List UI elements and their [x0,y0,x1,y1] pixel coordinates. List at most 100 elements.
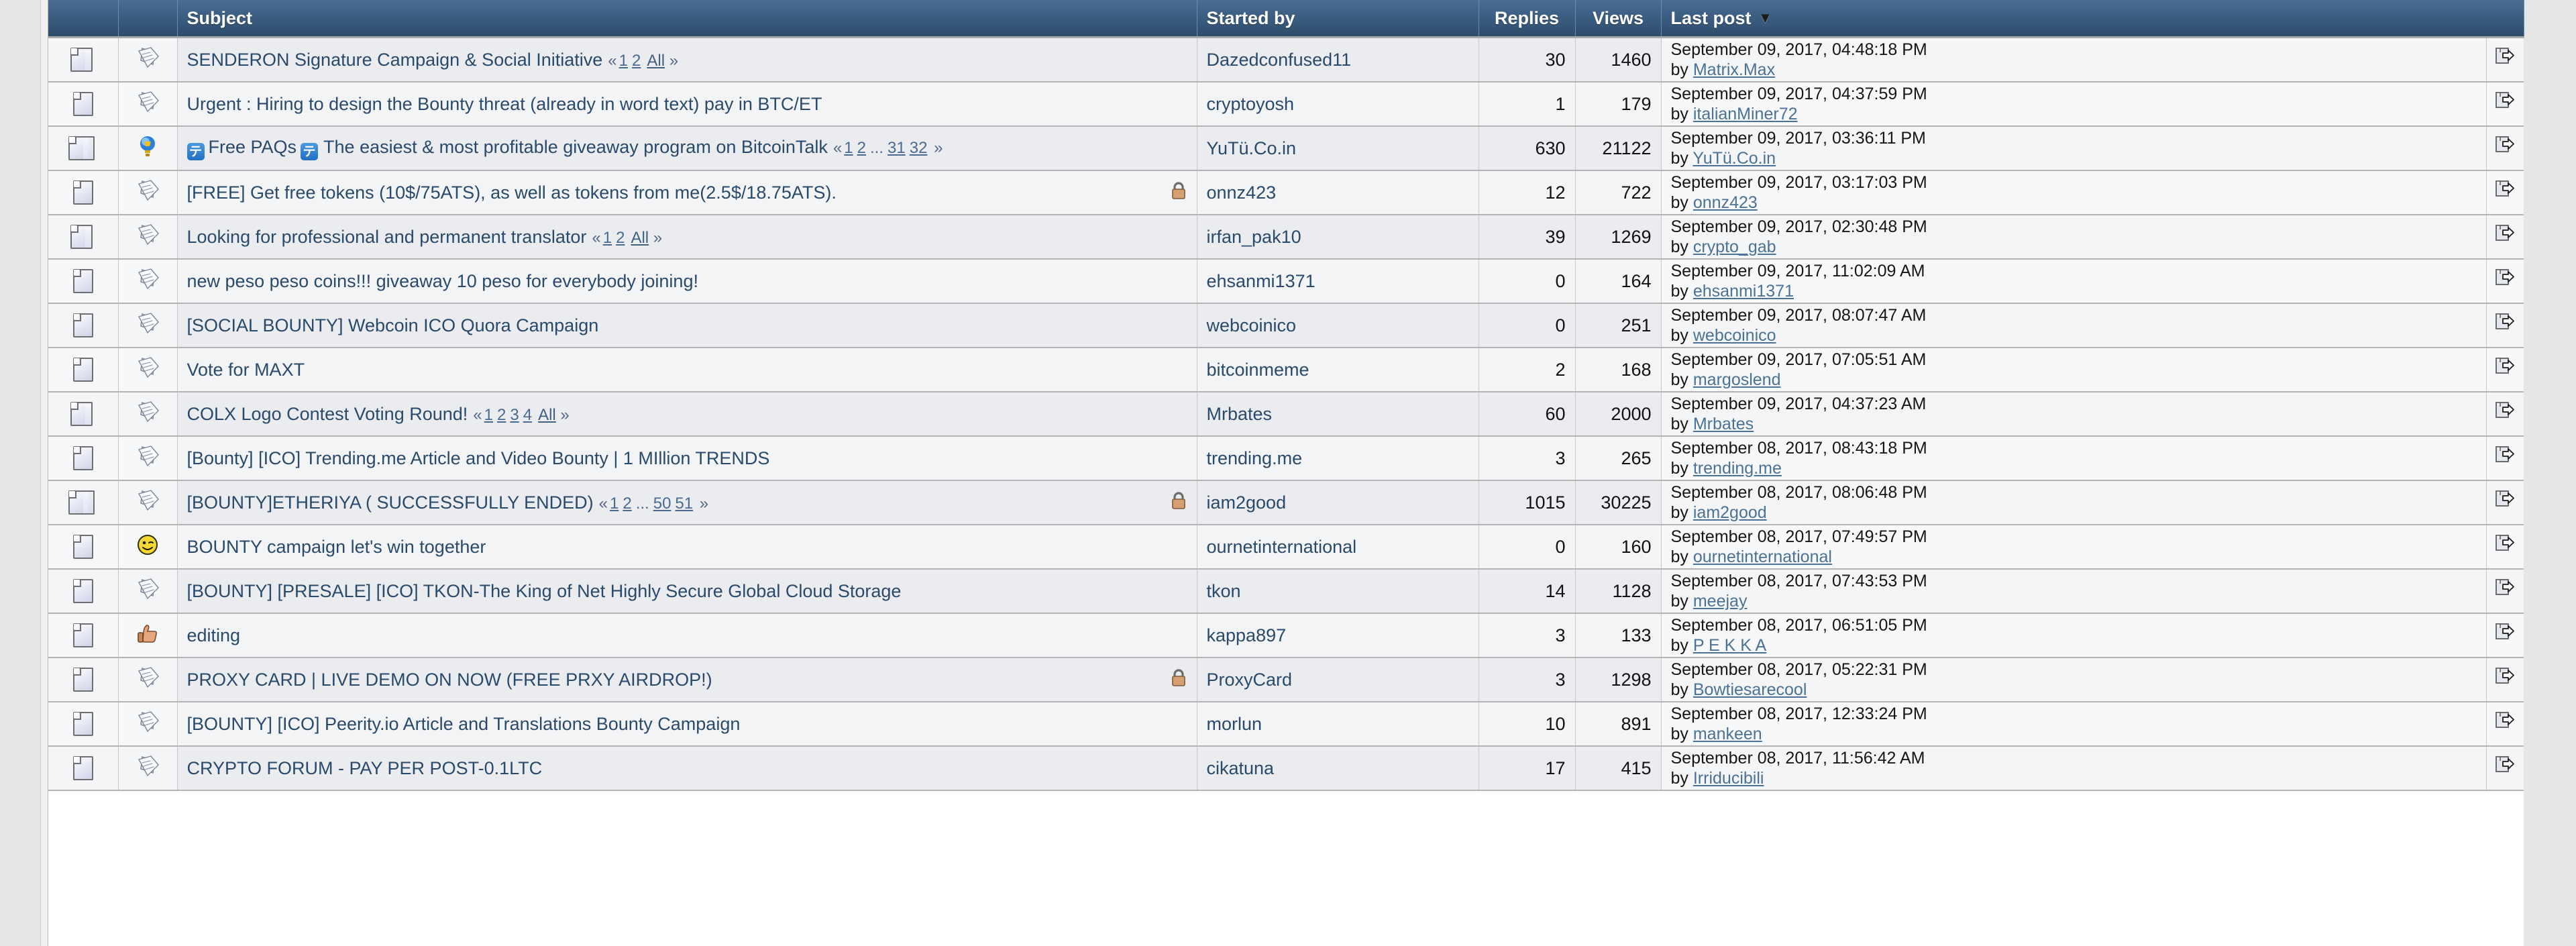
pagination-page-link[interactable]: 1 [619,52,628,70]
col-header-replies[interactable]: Replies [1479,0,1576,38]
topic-subject-link[interactable]: Looking for professional and permanent t… [187,227,587,247]
topic-subject-link[interactable]: [BOUNTY]ETHERIYA ( SUCCESSFULLY ENDED) [187,492,594,513]
cell-jump-to-last-post[interactable] [2486,37,2524,83]
last-post-author-link[interactable]: onnz423 [1693,193,1758,212]
topic-subject-link[interactable]: CRYPTO FORUM - PAY PER POST-0.1LTC [187,758,543,778]
pagination-page-link[interactable]: 1 [603,229,612,247]
jump-to-last-post-icon[interactable] [2495,313,2515,339]
pagination-page-link[interactable]: 2 [616,229,625,247]
cell-jump-to-last-post[interactable] [2486,480,2524,525]
cell-jump-to-last-post[interactable] [2486,303,2524,348]
topic-subject-link[interactable]: [FREE] Get free tokens (10$/75ATS), as w… [187,182,837,203]
started-by-link[interactable]: cikatuna [1207,758,1275,778]
started-by-link[interactable]: Dazedconfused11 [1207,50,1352,70]
pagination-page-link[interactable]: 2 [857,139,866,157]
started-by-link[interactable]: morlun [1207,714,1263,734]
last-post-author-link[interactable]: YuTü.Co.in [1693,149,1776,168]
last-post-author-link[interactable]: ehsanmi1371 [1693,282,1794,301]
pagination-page-link[interactable]: 3 [510,406,519,424]
cell-jump-to-last-post[interactable] [2486,348,2524,392]
jump-to-last-post-icon[interactable] [2495,711,2515,737]
col-header-views[interactable]: Views [1575,0,1662,38]
jump-to-last-post-icon[interactable] [2495,445,2515,472]
topic-subject-link[interactable]: [Bounty] [ICO] Trending.me Article and V… [187,448,770,468]
cell-jump-to-last-post[interactable] [2486,658,2524,702]
last-post-author-link[interactable]: Matrix.Max [1693,60,1775,79]
last-post-author-link[interactable]: ournetinternational [1693,547,1832,566]
cell-jump-to-last-post[interactable] [2486,215,2524,260]
jump-to-last-post-icon[interactable] [2495,91,2515,117]
jump-to-last-post-icon[interactable] [2495,755,2515,782]
jump-to-last-post-icon[interactable] [2495,490,2515,516]
pagination-page-link[interactable]: 51 [675,494,693,513]
last-post-author-link[interactable]: meejay [1693,592,1748,611]
cell-jump-to-last-post[interactable] [2486,702,2524,747]
pagination-page-link[interactable]: 2 [623,494,631,513]
pagination-all-link[interactable]: All [538,406,556,424]
topic-subject-link[interactable]: SENDERON Signature Campaign & Social Ini… [187,50,603,70]
col-header-last-post[interactable]: Last post ▼ [1661,0,2524,38]
last-post-author-link[interactable]: trending.me [1693,459,1782,478]
last-post-author-link[interactable]: Mrbates [1693,415,1754,433]
cell-jump-to-last-post[interactable] [2486,170,2524,215]
started-by-link[interactable]: YuTü.Co.in [1207,138,1297,158]
jump-to-last-post-icon[interactable] [2495,136,2515,162]
jump-to-last-post-icon[interactable] [2495,357,2515,383]
cell-jump-to-last-post[interactable] [2486,569,2524,614]
jump-to-last-post-icon[interactable] [2495,224,2515,250]
pagination-page-link[interactable]: 50 [653,494,672,513]
pagination-page-link[interactable]: 31 [888,139,906,157]
pagination-all-link[interactable]: All [647,52,665,70]
jump-to-last-post-icon[interactable] [2495,667,2515,693]
last-post-author-link[interactable]: mankeen [1693,725,1762,743]
topic-subject-link[interactable]: editing [187,625,241,645]
started-by-link[interactable]: Mrbates [1207,404,1273,424]
topic-subject-link[interactable]: [BOUNTY] [ICO] Peerity.io Article and Tr… [187,714,741,734]
last-post-author-link[interactable]: P E K K A [1693,636,1766,655]
last-post-author-link[interactable]: iam2good [1693,503,1767,522]
pagination-page-link[interactable]: 1 [844,139,853,157]
started-by-link[interactable]: tkon [1207,581,1241,601]
jump-to-last-post-icon[interactable] [2495,180,2515,206]
jump-to-last-post-icon[interactable] [2495,47,2515,73]
started-by-link[interactable]: onnz423 [1207,182,1277,203]
jump-to-last-post-icon[interactable] [2495,578,2515,605]
last-post-author-link[interactable]: Irriducibili [1693,769,1764,788]
topic-subject-link[interactable]: BOUNTY campaign let's win together [187,537,486,557]
topic-subject-link[interactable]: [BOUNTY] [PRESALE] [ICO] TKON-The King o… [187,581,902,601]
col-header-started-by[interactable]: Started by [1197,0,1479,38]
topic-subject-link[interactable]: COLX Logo Contest Voting Round! [187,404,468,424]
col-header-subject[interactable]: Subject [177,0,1197,38]
started-by-link[interactable]: kappa897 [1207,625,1287,645]
cell-jump-to-last-post[interactable] [2486,126,2524,171]
last-post-author-link[interactable]: webcoinico [1693,326,1776,345]
pagination-page-link[interactable]: 4 [523,406,532,424]
cell-jump-to-last-post[interactable] [2486,392,2524,437]
cell-jump-to-last-post[interactable] [2486,82,2524,127]
cell-jump-to-last-post[interactable] [2486,746,2524,791]
cell-jump-to-last-post[interactable] [2486,259,2524,304]
jump-to-last-post-icon[interactable] [2495,623,2515,649]
pagination-all-link[interactable]: All [631,229,649,247]
started-by-link[interactable]: irfan_pak10 [1207,227,1301,247]
started-by-link[interactable]: cryptoyosh [1207,94,1295,114]
started-by-link[interactable]: trending.me [1207,448,1303,468]
started-by-link[interactable]: webcoinico [1207,315,1297,335]
pagination-page-link[interactable]: 1 [484,406,493,424]
cell-jump-to-last-post[interactable] [2486,613,2524,658]
jump-to-last-post-icon[interactable] [2495,401,2515,427]
started-by-link[interactable]: bitcoinmeme [1207,360,1309,380]
last-post-author-link[interactable]: Bowtiesarecool [1693,680,1807,699]
last-post-author-link[interactable]: margoslend [1693,370,1781,389]
topic-subject-link[interactable]: テ Free PAQs テ The easiest & most profitable… [186,137,828,160]
topic-subject-link[interactable]: Vote for MAXT [187,360,305,380]
jump-to-last-post-icon[interactable] [2495,534,2515,560]
started-by-link[interactable]: ProxyCard [1207,670,1293,690]
started-by-link[interactable]: ournetinternational [1207,537,1357,557]
topic-subject-link[interactable]: [SOCIAL BOUNTY] Webcoin ICO Quora Campai… [187,315,599,335]
jump-to-last-post-icon[interactable] [2495,268,2515,295]
cell-jump-to-last-post[interactable] [2486,436,2524,481]
pagination-page-link[interactable]: 1 [610,494,619,513]
last-post-author-link[interactable]: italianMiner72 [1693,105,1798,123]
topic-subject-link[interactable]: new peso peso coins!!! giveaway 10 peso … [187,271,698,291]
